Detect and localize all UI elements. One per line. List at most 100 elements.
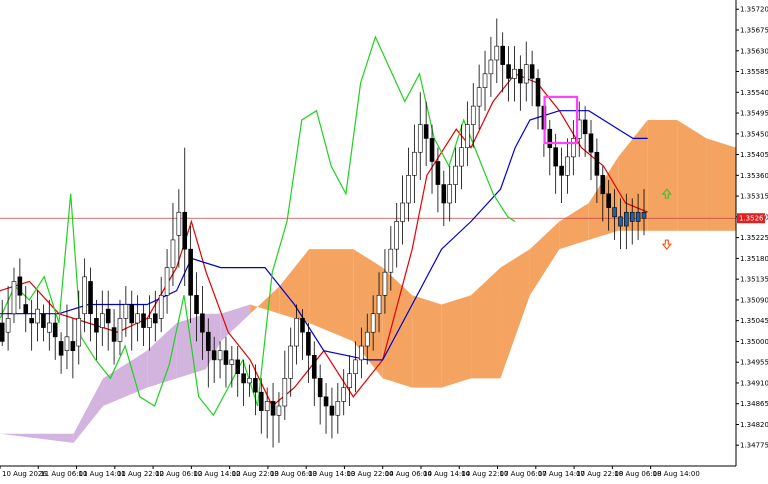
candle-body bbox=[565, 156, 570, 176]
candle-body bbox=[629, 211, 635, 222]
cloud-segment bbox=[706, 138, 736, 231]
cloud-segment bbox=[471, 267, 501, 379]
cloud-segment bbox=[647, 119, 678, 231]
candle-body bbox=[394, 221, 400, 250]
candle-body bbox=[523, 64, 529, 84]
y-tick-label: 1.35000 bbox=[740, 338, 768, 346]
candle-body bbox=[612, 207, 617, 218]
candle-body bbox=[258, 391, 264, 411]
candle-body bbox=[235, 359, 241, 375]
y-tick-label: 1.34820 bbox=[740, 421, 768, 429]
candle-body bbox=[412, 151, 417, 176]
candle-body bbox=[323, 396, 329, 407]
candle-body bbox=[317, 378, 323, 398]
y-tick-label: 1.34910 bbox=[740, 379, 768, 387]
candle-body bbox=[600, 175, 606, 195]
candle-body bbox=[406, 175, 411, 204]
candle-body bbox=[164, 267, 170, 296]
candle-body bbox=[152, 313, 158, 324]
cloud-segment bbox=[588, 156, 619, 240]
candle-body bbox=[288, 345, 294, 379]
candle-body bbox=[382, 271, 388, 296]
candle-body bbox=[123, 304, 129, 319]
candle-body bbox=[147, 318, 152, 328]
y-tick-label: 1.35720 bbox=[740, 6, 768, 14]
candle-body bbox=[547, 128, 553, 148]
candle-body bbox=[158, 294, 164, 319]
cloud-segment bbox=[279, 249, 310, 323]
cloud-segment bbox=[500, 249, 530, 379]
cloud-segment bbox=[412, 295, 442, 388]
candle-body bbox=[376, 294, 382, 315]
candle-body bbox=[264, 401, 270, 411]
candle-body bbox=[253, 378, 258, 393]
candle-body bbox=[282, 378, 288, 407]
candle-body bbox=[217, 350, 223, 361]
candle-body bbox=[135, 313, 140, 324]
candle-body bbox=[270, 401, 276, 416]
candle-body bbox=[41, 313, 46, 328]
y-tick-label: 1.35630 bbox=[740, 47, 768, 55]
candle-body bbox=[247, 378, 252, 384]
axes: 1.35720 1.35675 1.35630 1.35585 1.35540 1.354… bbox=[0, 0, 768, 478]
candle-body bbox=[294, 318, 299, 347]
candle-body bbox=[170, 239, 176, 268]
y-tick-label: 1.35315 bbox=[740, 193, 768, 201]
cloud-segment bbox=[147, 322, 177, 388]
candle-body bbox=[241, 373, 246, 384]
candle-body bbox=[641, 211, 647, 219]
y-tick-label: 1.35090 bbox=[740, 296, 768, 304]
cloud-segment bbox=[73, 378, 104, 443]
candle-body bbox=[188, 248, 193, 296]
y-tick-label: 1.35675 bbox=[740, 26, 768, 34]
candle-body bbox=[606, 193, 611, 208]
candle-body bbox=[364, 331, 370, 347]
arrow-down-icon bbox=[661, 239, 672, 250]
candle-body bbox=[35, 308, 40, 324]
candle-body bbox=[229, 359, 235, 365]
candle-body bbox=[512, 68, 517, 79]
cloud-segment bbox=[250, 286, 280, 314]
y-tick-label: 1.35225 bbox=[740, 234, 768, 242]
candle-body bbox=[518, 68, 523, 84]
candle-body bbox=[194, 294, 199, 315]
y-tick-label: 1.35540 bbox=[740, 89, 768, 97]
candle-body bbox=[353, 359, 358, 375]
candle-body bbox=[453, 165, 458, 185]
price-chart[interactable]: 1.35720 1.35675 1.35630 1.35585 1.35540 1.354… bbox=[0, 0, 768, 480]
candle-body bbox=[182, 211, 188, 250]
candle-body bbox=[276, 405, 282, 416]
candle-body bbox=[335, 401, 341, 416]
candle-body bbox=[117, 318, 123, 342]
candle-body bbox=[200, 313, 205, 333]
candle-body bbox=[624, 211, 629, 227]
candle-body bbox=[459, 147, 464, 167]
candle-body bbox=[388, 248, 394, 273]
candle-body bbox=[76, 318, 82, 347]
candle-body bbox=[588, 133, 594, 153]
y-tick-label: 1.35045 bbox=[740, 317, 768, 325]
candle-body bbox=[429, 138, 435, 162]
candle-body bbox=[23, 304, 29, 315]
y-tick-label: 1.35360 bbox=[740, 172, 768, 180]
y-tick-label: 1.34955 bbox=[740, 359, 768, 367]
candle-body bbox=[506, 64, 511, 79]
chart-svg[interactable]: 1.35720 1.35675 1.35630 1.35585 1.35540 1.354… bbox=[0, 0, 768, 480]
candle-body bbox=[329, 405, 335, 416]
cloud-segment bbox=[559, 203, 589, 250]
cloud-segment bbox=[441, 295, 472, 388]
y-tick-label: 1.34865 bbox=[740, 400, 768, 408]
candle-body bbox=[417, 124, 423, 153]
candle-body bbox=[5, 318, 11, 333]
candle-body bbox=[100, 313, 105, 328]
candle-body bbox=[88, 281, 93, 315]
y-tick-label: 1.35405 bbox=[740, 151, 768, 159]
candle-body bbox=[347, 373, 352, 388]
candle-body bbox=[306, 331, 311, 356]
candle-body bbox=[205, 331, 211, 351]
candle-body bbox=[435, 161, 441, 185]
cloud-segment bbox=[309, 249, 354, 342]
candle-body bbox=[0, 322, 5, 342]
candle-body bbox=[17, 276, 23, 296]
cloud-segment bbox=[529, 221, 560, 296]
